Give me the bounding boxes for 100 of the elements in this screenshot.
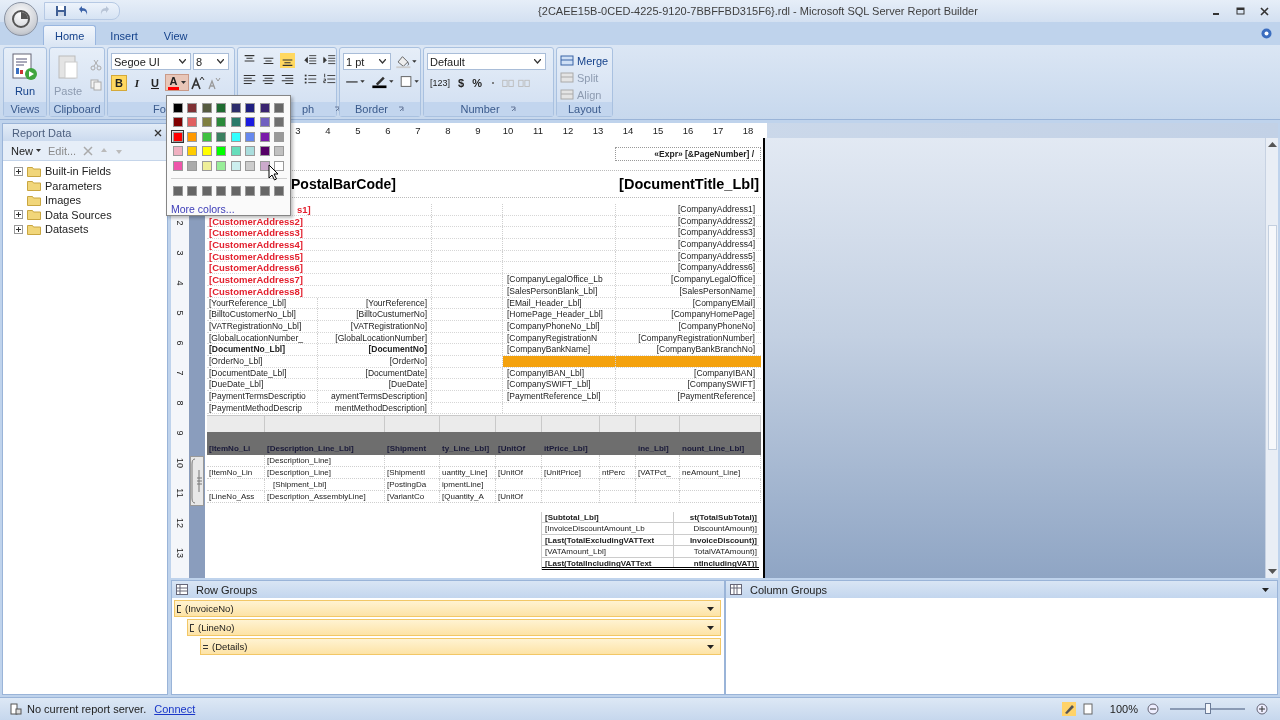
color-swatch[interactable] [230, 160, 241, 171]
color-swatch[interactable] [201, 146, 212, 156]
help-icon[interactable] [1261, 28, 1272, 39]
custom-color-swatch[interactable] [259, 186, 270, 196]
custom-color-swatch[interactable] [230, 186, 241, 196]
zoom-out-icon[interactable] [1147, 703, 1159, 715]
color-swatch[interactable] [230, 146, 241, 156]
expand-icon[interactable] [14, 166, 23, 176]
custom-color-swatch[interactable] [245, 186, 255, 196]
font-color-button[interactable]: A [165, 74, 189, 91]
layout-button[interactable]: Merge [560, 53, 609, 68]
color-swatch[interactable] [245, 102, 255, 113]
textbox-row[interactable]: [CompanyRegistrationN [CompanyRegistrationNumber] [503, 332, 761, 344]
grow-font-icon[interactable] [191, 75, 205, 90]
row-handle-drawing[interactable] [190, 456, 204, 506]
color-swatch[interactable] [201, 131, 212, 142]
address-textbox[interactable]: [CustomerAddress3] [207, 227, 303, 239]
caret-icon[interactable] [707, 625, 714, 630]
color-swatch[interactable] [245, 117, 255, 127]
color-swatch[interactable] [259, 131, 270, 142]
align-left-icon[interactable] [241, 72, 258, 87]
color-swatch[interactable] [274, 160, 284, 171]
textbox-row[interactable]: [CompanyBankName] [CompanyBankBranchNo] [503, 344, 761, 355]
zoom-slider-thumb[interactable] [1204, 703, 1211, 714]
document-title-textbox[interactable]: [DocumentTitle_Lbl] [619, 176, 761, 192]
textbox-row[interactable]: [HomePage_Header_Lbl] [CompanyHomePage] [503, 309, 761, 320]
address-textbox[interactable]: [CustomerAddress2] [207, 215, 303, 227]
tree-item[interactable]: Images [45, 194, 82, 207]
border-icon[interactable] [398, 74, 422, 89]
textbox-row[interactable]: [CompanyLegalOffice_Lb [CompanyLegalOffice] [503, 274, 761, 285]
more-colors-link[interactable]: More colors... [171, 203, 287, 215]
align-right-icon[interactable] [279, 72, 296, 87]
color-swatch[interactable] [216, 117, 226, 127]
application-button[interactable] [4, 2, 38, 36]
color-swatch[interactable] [201, 117, 212, 127]
color-swatch[interactable] [216, 131, 226, 142]
placeholder-button[interactable]: [123] [427, 74, 454, 91]
dropdown-icon[interactable] [1262, 587, 1269, 592]
tree-item[interactable]: Parameters [45, 179, 102, 192]
preview-icon[interactable] [1080, 702, 1095, 716]
color-swatch[interactable] [201, 160, 212, 171]
scroll-down-icon[interactable] [1267, 569, 1277, 575]
color-swatch[interactable] [172, 102, 183, 113]
group-row[interactable]: (InvoiceNo) [174, 600, 721, 617]
color-swatch[interactable] [274, 146, 284, 156]
color-swatch[interactable] [245, 160, 255, 171]
text-style-button[interactable]: B [111, 74, 127, 91]
color-swatch[interactable] [216, 102, 226, 113]
run-button[interactable]: Run [9, 51, 41, 99]
address-textbox[interactable]: [CustomerAddress6] [207, 262, 303, 274]
tree-item[interactable]: Built-in Fields [45, 165, 112, 178]
color-swatch[interactable] [187, 102, 197, 113]
textbox-row[interactable]: [CompanyAddress4] [503, 239, 761, 250]
color-swatch[interactable] [259, 117, 270, 127]
color-swatch[interactable] [230, 131, 241, 142]
close-icon[interactable] [1259, 6, 1269, 16]
color-swatch[interactable] [201, 102, 212, 113]
group-row[interactable]: (LineNo) [187, 619, 721, 636]
group-row[interactable]: (Details) [200, 638, 721, 655]
maximize-icon[interactable] [1235, 6, 1245, 16]
textbox-row[interactable]: [CompanyAddress1] [503, 204, 761, 215]
custom-color-swatch[interactable] [216, 186, 226, 196]
barcode-textbox[interactable]: PostalBarCode] [291, 176, 397, 192]
dialog-launcher-icon[interactable] [398, 105, 405, 113]
textbox-row[interactable]: [CompanyPhoneNo_Lbl] [CompanyPhoneNo] [503, 320, 761, 332]
tree-item[interactable]: Data Sources [45, 208, 112, 221]
custom-color-swatch[interactable] [172, 186, 183, 196]
color-swatch[interactable] [172, 117, 183, 127]
color-swatch[interactable] [259, 146, 270, 156]
caret-icon[interactable] [707, 606, 714, 611]
color-swatch[interactable] [274, 131, 284, 142]
address-textbox[interactable]: [CustomerAddress5] [207, 250, 303, 262]
font-size-dropdown[interactable]: 8 [193, 53, 229, 70]
color-swatch[interactable] [172, 160, 183, 171]
color-swatch[interactable] [245, 146, 255, 156]
color-swatch[interactable] [245, 131, 255, 142]
color-swatch[interactable] [187, 160, 197, 171]
color-swatch[interactable] [172, 146, 183, 156]
scroll-up-icon[interactable] [1267, 141, 1277, 147]
design-view-icon[interactable] [1061, 702, 1076, 716]
color-swatch[interactable] [187, 131, 197, 142]
number-format-dropdown[interactable]: Default [427, 53, 546, 70]
tree-item[interactable]: Datasets [45, 223, 89, 236]
align-center-icon[interactable] [260, 72, 277, 87]
text-style-button[interactable]: I [129, 74, 145, 91]
color-swatch[interactable] [274, 117, 284, 127]
address-textbox[interactable]: [CustomerAddress8] [207, 285, 303, 297]
textbox-row[interactable]: [CompanySWIFT_Lbl] [CompanySWIFT] [503, 379, 761, 390]
color-swatch[interactable] [274, 102, 284, 113]
textbox-row[interactable]: [CompanyAddress5] [503, 250, 761, 262]
textbox-row[interactable]: [CompanyAddress2] [503, 215, 761, 227]
custom-color-swatch[interactable] [187, 186, 197, 196]
custom-color-swatch[interactable] [274, 186, 284, 196]
address-textbox[interactable]: s1] [295, 204, 311, 215]
expand-icon[interactable] [14, 224, 23, 234]
border-width-dropdown[interactable]: 1 pt [343, 53, 391, 70]
address-textbox[interactable]: [CustomerAddress4] [207, 239, 303, 250]
currency-button[interactable]: $ [455, 74, 468, 91]
text-style-button[interactable]: U [147, 74, 163, 91]
textbox-row[interactable]: [CompanyAddress3] [503, 227, 761, 239]
